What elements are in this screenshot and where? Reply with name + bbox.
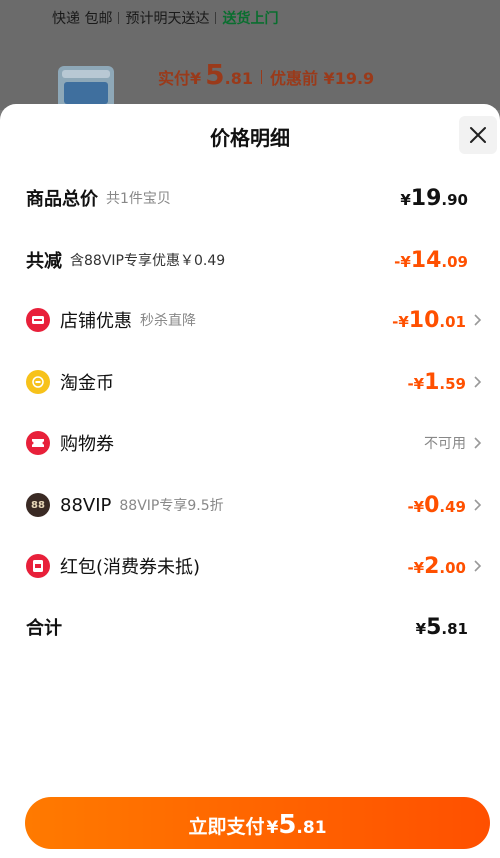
currency-symbol: ¥ [190,69,202,88]
amount-decimal: .01 [439,312,466,331]
chevron-right-icon [474,437,482,449]
divider [260,70,262,84]
close-icon [470,127,486,143]
total-reduction-amount: -¥ 14.09 [394,248,468,273]
chevron-right-icon [474,314,482,326]
total-reduction-note: 含88VIP专享优惠￥0.49 [70,253,226,269]
vip88-badge-text: 88 [31,499,45,511]
amount-integer: 1 [424,369,440,395]
sheet-title: 价格明细 [210,126,290,150]
price-detail-sheet: 价格明细 商品总价 共1件宝贝 ¥19.90 共减 含88VIP专享优惠￥0.4… [0,104,500,858]
shipping-eta: 预计明天送达 [125,11,210,27]
pay-button-integer: 5 [278,810,297,840]
discount-row-shop[interactable]: 店铺优惠 秒杀直降 -¥ 10.01 [0,300,500,340]
discount-label: 88VIP [60,494,112,516]
discount-label: 购物券 [60,434,114,455]
amount-currency: -¥ [407,558,425,577]
goods-total-row: 商品总价 共1件宝贝 ¥19.90 [0,178,500,218]
pay-button-currency: ¥ [266,818,279,838]
price-before-discount: 优惠前 ¥19.9 [269,69,375,88]
pay-label: 实付 [158,69,191,88]
amount-decimal: .59 [439,374,466,393]
price-integer: 5 [205,58,225,91]
product-lid [62,70,110,78]
background-price: 实付 ¥ 5 .81 优惠前 ¥19.9 [158,58,374,91]
amount-decimal: .90 [441,190,468,209]
shipping-info: 快递 包邮 预计明天送达 送货上门 [52,8,278,28]
red-packet-icon [26,554,50,578]
discount-amount: -¥ 2.00 [407,554,466,579]
voucher-status: 不可用 [424,436,466,452]
amount-integer: 5 [426,614,442,640]
goods-total-amount: ¥19.90 [400,186,468,211]
amount-currency: ¥ [415,619,427,638]
shipping-method: 快递 包邮 [52,11,113,27]
chevron-right-icon [474,376,482,388]
discount-note: 88VIP专享9.5折 [119,498,224,514]
amount-decimal: .09 [441,252,468,271]
amount-currency: -¥ [394,252,411,271]
amount-currency: -¥ [407,374,425,393]
discount-label: 淘金币 [60,373,114,394]
vip88-icon: 88 [26,493,50,517]
amount-integer: 2 [424,553,440,579]
amount-decimal: .81 [441,619,468,638]
divider [118,12,120,24]
amount-integer: 14 [410,247,442,273]
sum-amount: ¥5.81 [416,615,468,640]
discount-row-gold-coin[interactable]: 淘金币 -¥ 1.59 [0,362,500,402]
discount-label: 红包(消费券未抵) [60,557,201,578]
chevron-right-icon [474,560,482,572]
amount-decimal: .49 [439,497,466,516]
amount-currency: -¥ [392,312,409,331]
sum-row: 合计 ¥5.81 [0,607,500,647]
close-button[interactable] [459,116,497,154]
gold-coin-icon [26,370,50,394]
pay-button-label: 立即支付 [188,816,265,838]
pay-button-decimal: .81 [296,818,327,838]
chevron-right-icon [474,499,482,511]
total-reduction-label: 共减 [26,251,62,272]
discount-row-voucher[interactable]: 购物券 不可用 [0,423,500,463]
amount-integer: 19 [410,185,442,211]
amount-currency: ¥ [400,190,411,209]
discount-amount: -¥ 1.59 [407,370,466,395]
divider [215,12,217,24]
shopping-voucher-icon [26,431,50,455]
shop-coupon-icon [26,308,50,332]
discount-amount: -¥ 10.01 [392,308,466,333]
price-decimal: .81 [224,69,253,88]
amount-currency: -¥ [407,497,425,516]
discount-label: 店铺优惠 [60,311,132,332]
sum-label: 合计 [26,618,62,639]
goods-count: 共1件宝贝 [106,191,171,207]
goods-total-label: 商品总价 [26,189,98,210]
discount-row-red-packet[interactable]: 红包(消费券未抵) -¥ 2.00 [0,546,500,586]
amount-decimal: .00 [439,558,466,577]
amount-integer: 10 [408,307,440,333]
discount-note: 秒杀直降 [140,313,196,329]
product-label [64,82,108,104]
total-reduction-row: 共减 含88VIP专享优惠￥0.49 -¥ 14.09 [0,240,500,280]
discount-row-88vip[interactable]: 88 88VIP 88VIP专享9.5折 -¥ 0.49 [0,485,500,525]
pay-now-button[interactable]: 立即支付 ¥ 5 .81 [25,797,490,849]
delivery-type: 送货上门 [222,11,279,27]
discount-amount: -¥ 0.49 [407,493,466,518]
amount-integer: 0 [424,492,440,518]
